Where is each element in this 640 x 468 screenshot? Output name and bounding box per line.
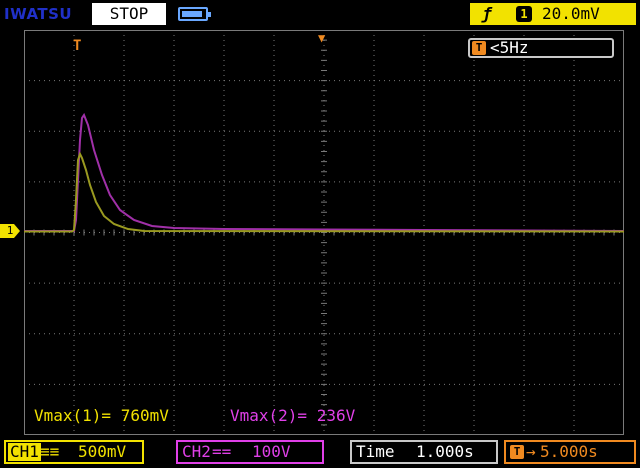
battery-icon: [178, 7, 211, 21]
timebase-value: 1.000s: [416, 442, 474, 461]
top-status-bar: IWATSU STOP ƒ 1 20.0mV: [0, 0, 640, 30]
frequency-counter: T <5Hz: [468, 38, 614, 58]
bottom-status-bar: CH1 ≡≡ 500mV CH2 == 100V Time 1.000s T →…: [0, 436, 640, 468]
ch1-vmax-measurement: Vmax(1)= 760mV: [34, 406, 169, 425]
trigger-icon: T: [472, 41, 486, 55]
trigger-delay-setting[interactable]: T → 5.000s: [504, 440, 636, 464]
timebase-setting[interactable]: Time 1.000s: [350, 440, 498, 464]
graticule: T ▼: [24, 30, 624, 435]
dc-coupling-icon: ==: [212, 442, 232, 461]
trigger-icon: T: [510, 445, 524, 459]
arrow-right-icon: →: [526, 442, 536, 461]
trigger-channel-badge: 1: [516, 6, 532, 22]
ch2-vmax-measurement: Vmax(2)= 236V: [230, 406, 356, 425]
ch2-label: CH2: [182, 442, 211, 461]
ch2-scale: 100V: [252, 442, 291, 461]
trigger-position-marker: ▼: [318, 31, 326, 45]
trigger-delay-value: 5.000s: [540, 442, 598, 461]
waveform-display[interactable]: T ▼ T <5Hz: [24, 30, 624, 435]
timebase-label: Time: [356, 442, 395, 461]
trigger-level: 20.0mV: [542, 4, 600, 23]
dc-coupling-icon: ≡≡: [40, 442, 60, 461]
grid-lines: [24, 30, 624, 435]
ch1-scale: 500mV: [78, 442, 127, 461]
ch1-settings[interactable]: CH1 ≡≡ 500mV: [4, 440, 144, 464]
ch2-settings[interactable]: CH2 == 100V: [176, 440, 324, 464]
rising-edge-icon: ƒ: [482, 4, 492, 23]
run-stop-status[interactable]: STOP: [92, 3, 166, 25]
trigger-time-marker: T: [73, 38, 81, 54]
frequency-value: <5Hz: [490, 38, 529, 57]
brand-logo: IWATSU: [4, 5, 73, 23]
ch1-ground-marker[interactable]: 1: [0, 224, 20, 238]
ch2-trace: [24, 112, 624, 232]
ch1-label: CH1: [8, 442, 41, 461]
trigger-setting[interactable]: ƒ 1 20.0mV: [470, 3, 636, 25]
